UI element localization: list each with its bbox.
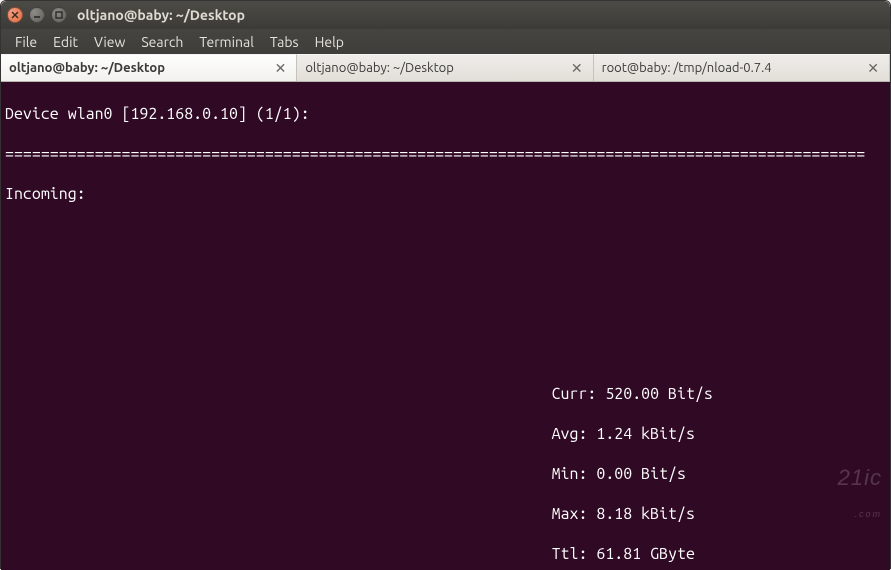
incoming-max: Max: 8.18 kBit/s bbox=[5, 504, 886, 524]
menu-terminal[interactable]: Terminal bbox=[191, 31, 262, 53]
tab-3[interactable]: root@baby: /tmp/nload-0.7.4 ✕ bbox=[594, 54, 890, 81]
blank-line bbox=[5, 304, 886, 324]
menubar: File Edit View Search Terminal Tabs Help bbox=[1, 29, 890, 54]
menu-search[interactable]: Search bbox=[133, 31, 191, 53]
close-icon[interactable]: ✕ bbox=[273, 60, 289, 77]
incoming-min: Min: 0.00 Bit/s bbox=[5, 464, 886, 484]
minimize-icon[interactable] bbox=[29, 7, 45, 23]
incoming-ttl: Ttl: 61.81 GByte bbox=[5, 544, 886, 564]
menu-help[interactable]: Help bbox=[307, 31, 352, 53]
tab-label: oltjano@baby: ~/Desktop bbox=[305, 61, 563, 75]
menu-file[interactable]: File bbox=[7, 31, 45, 53]
tab-label: oltjano@baby: ~/Desktop bbox=[9, 61, 267, 75]
incoming-avg: Avg: 1.24 kBit/s bbox=[5, 424, 886, 444]
close-icon[interactable] bbox=[7, 7, 23, 23]
menu-tabs[interactable]: Tabs bbox=[262, 31, 307, 53]
window-title: oltjano@baby: ~/Desktop bbox=[77, 7, 245, 23]
blank-line bbox=[5, 264, 886, 284]
tab-2[interactable]: oltjano@baby: ~/Desktop ✕ bbox=[297, 54, 593, 81]
separator-line: ========================================… bbox=[5, 144, 886, 164]
maximize-icon[interactable] bbox=[51, 7, 67, 23]
tabbar: oltjano@baby: ~/Desktop ✕ oltjano@baby: … bbox=[1, 54, 890, 82]
tab-label: root@baby: /tmp/nload-0.7.4 bbox=[602, 61, 860, 75]
close-icon[interactable]: ✕ bbox=[865, 60, 881, 77]
blank-line bbox=[5, 224, 886, 244]
window-controls bbox=[7, 7, 67, 23]
incoming-label: Incoming: bbox=[5, 184, 886, 204]
close-icon[interactable]: ✕ bbox=[569, 60, 585, 77]
menu-edit[interactable]: Edit bbox=[45, 31, 86, 53]
device-line: Device wlan0 [192.168.0.10] (1/1): bbox=[5, 104, 886, 124]
menu-view[interactable]: View bbox=[86, 31, 133, 53]
tab-1[interactable]: oltjano@baby: ~/Desktop ✕ bbox=[1, 54, 297, 81]
blank-line bbox=[5, 344, 886, 364]
incoming-curr: Curr: 520.00 Bit/s bbox=[5, 384, 886, 404]
titlebar: oltjano@baby: ~/Desktop bbox=[1, 1, 890, 29]
terminal-output[interactable]: Device wlan0 [192.168.0.10] (1/1): =====… bbox=[1, 82, 890, 570]
